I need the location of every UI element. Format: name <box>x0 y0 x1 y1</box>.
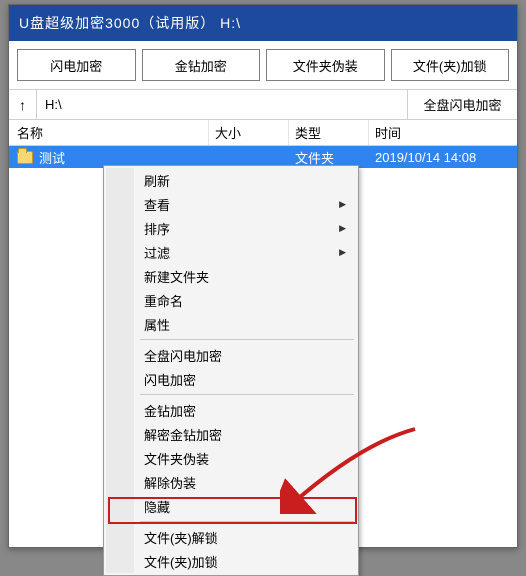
header-name[interactable]: 名称 <box>9 120 209 145</box>
menu-hide[interactable]: 隐藏 <box>106 494 356 518</box>
folder-icon <box>17 151 33 164</box>
menu-file-lock[interactable]: 文件(夹)加锁 <box>106 549 356 573</box>
menu-separator <box>140 521 354 522</box>
menu-folder-disguise[interactable]: 文件夹伪装 <box>106 446 356 470</box>
flash-encrypt-button[interactable]: 闪电加密 <box>17 49 136 81</box>
context-menu: 刷新 查看 排序 过滤 新建文件夹 重命名 属性 全盘闪电加密 闪电加密 金钻加… <box>103 165 359 576</box>
menu-refresh[interactable]: 刷新 <box>106 168 356 192</box>
titlebar: U盘超级加密3000（试用版） H:\ <box>9 5 517 41</box>
menu-filter[interactable]: 过滤 <box>106 240 356 264</box>
list-header: 名称 大小 类型 时间 <box>9 120 517 146</box>
menu-gold-encrypt[interactable]: 金钻加密 <box>106 398 356 422</box>
gold-encrypt-button[interactable]: 金钻加密 <box>142 49 261 81</box>
path-input[interactable] <box>37 90 407 119</box>
folder-disguise-button[interactable]: 文件夹伪装 <box>266 49 385 81</box>
menu-new-folder[interactable]: 新建文件夹 <box>106 264 356 288</box>
header-time[interactable]: 时间 <box>369 120 517 145</box>
menu-sort[interactable]: 排序 <box>106 216 356 240</box>
menu-undisguise[interactable]: 解除伪装 <box>106 470 356 494</box>
menu-file-unlock[interactable]: 文件(夹)解锁 <box>106 525 356 549</box>
file-time: 2019/10/14 14:08 <box>369 146 517 168</box>
window-title: U盘超级加密3000（试用版） H:\ <box>19 13 241 33</box>
menu-gold-decrypt[interactable]: 解密金钻加密 <box>106 422 356 446</box>
pathbar: ↑ 全盘闪电加密 <box>9 90 517 120</box>
file-name: 测试 <box>39 148 65 167</box>
file-lock-button[interactable]: 文件(夹)加锁 <box>391 49 510 81</box>
fulldisk-encrypt-button[interactable]: 全盘闪电加密 <box>407 90 517 119</box>
menu-flash-encrypt[interactable]: 闪电加密 <box>106 367 356 391</box>
menu-fulldisk-flash-encrypt[interactable]: 全盘闪电加密 <box>106 343 356 367</box>
menu-separator <box>140 339 354 340</box>
up-button[interactable]: ↑ <box>9 90 37 119</box>
menu-view[interactable]: 查看 <box>106 192 356 216</box>
up-arrow-icon: ↑ <box>19 97 26 113</box>
menu-rename[interactable]: 重命名 <box>106 288 356 312</box>
toolbar: 闪电加密 金钻加密 文件夹伪装 文件(夹)加锁 <box>9 41 517 90</box>
menu-separator <box>140 394 354 395</box>
menu-properties[interactable]: 属性 <box>106 312 356 336</box>
header-size[interactable]: 大小 <box>209 120 289 145</box>
header-type[interactable]: 类型 <box>289 120 369 145</box>
